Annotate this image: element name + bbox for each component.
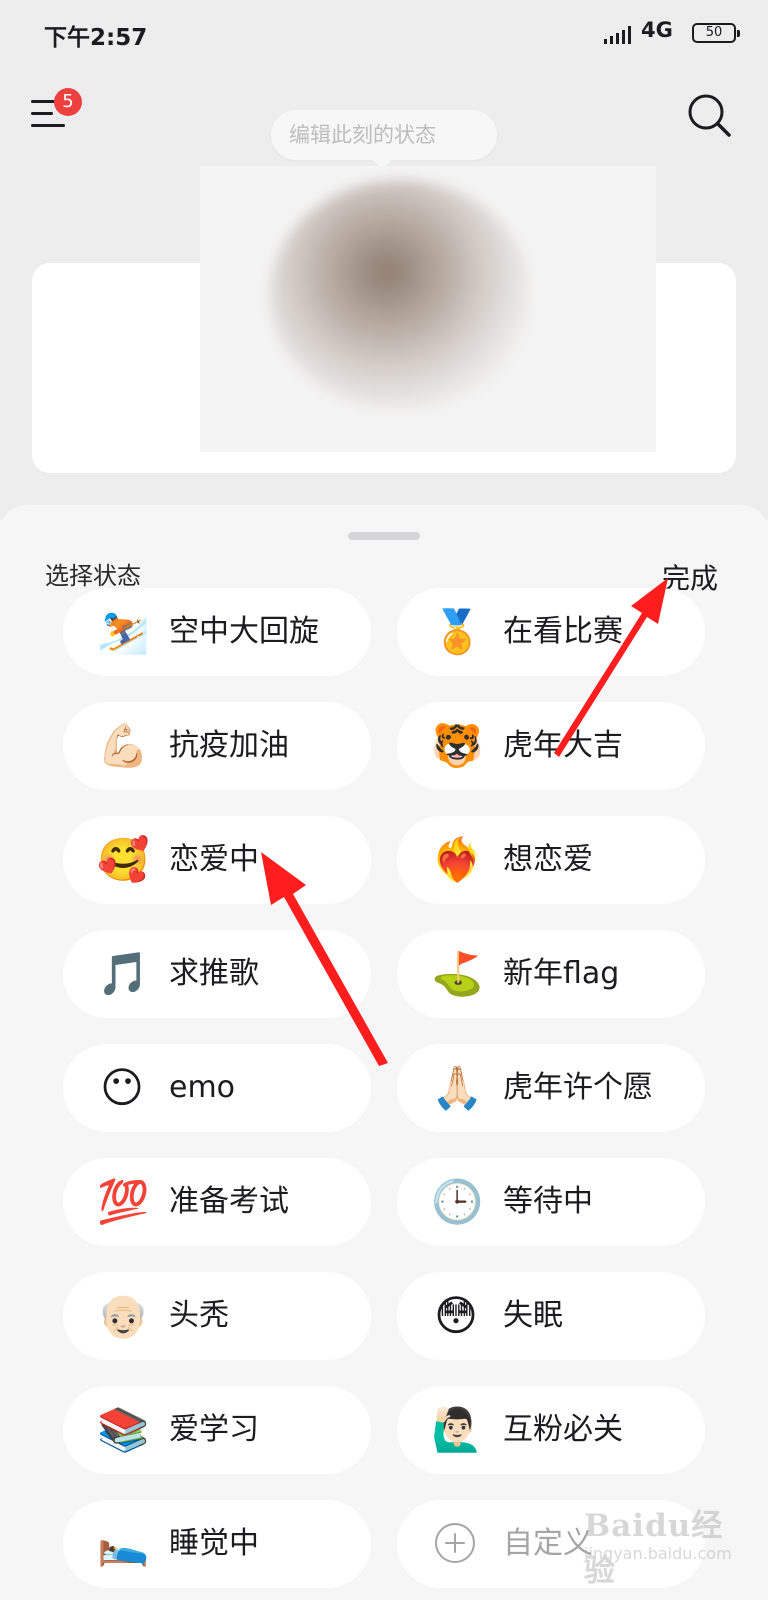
status-option-chip[interactable]: 💪🏻 抗疫加油 bbox=[63, 702, 371, 790]
status-option-chip[interactable]: 📚 爱学习 bbox=[63, 1386, 371, 1474]
notification-badge: 5 bbox=[54, 88, 82, 116]
status-option-chip[interactable]: 🥰 恋爱中 bbox=[63, 816, 371, 904]
status-option-chip[interactable]: 👴🏻 头秃 bbox=[63, 1272, 371, 1360]
status-option-label: 虎年许个愿 bbox=[503, 1070, 653, 1105]
status-option-chip[interactable]: 🙏🏻 虎年许个愿 bbox=[397, 1044, 705, 1132]
status-option-label: 在看比赛 bbox=[503, 614, 623, 649]
clock-icon: 🕒 bbox=[431, 1177, 484, 1226]
status-option-chip[interactable]: 🐯 虎年大吉 bbox=[397, 702, 705, 790]
menu-icon-middle-line bbox=[31, 112, 53, 115]
clock-time: 下午2:57 bbox=[44, 25, 148, 51]
status-option-label: emo bbox=[169, 1070, 236, 1105]
signal-strength-icon bbox=[604, 26, 631, 44]
tiger-face-icon: 🐯 bbox=[431, 721, 484, 770]
battery-level: 50 bbox=[705, 25, 723, 40]
status-option-label: 互粉必关 bbox=[503, 1412, 623, 1447]
status-option-chip[interactable]: 🛌 睡觉中 bbox=[63, 1500, 371, 1588]
face-without-mouth-icon: 😶 bbox=[100, 1063, 144, 1112]
sheet-drag-handle[interactable] bbox=[348, 532, 420, 540]
hundred-points-icon: 💯 bbox=[97, 1177, 150, 1226]
person-in-bed-icon: 🛌 bbox=[97, 1519, 150, 1568]
status-edit-bubble[interactable] bbox=[271, 110, 497, 160]
status-option-label: 抗疫加油 bbox=[169, 728, 289, 763]
status-option-chip[interactable]: ⛷️ 空中大回旋 bbox=[63, 588, 371, 676]
medal-icon: 🏅 bbox=[431, 607, 484, 656]
flushed-face-icon: 😳 bbox=[434, 1291, 478, 1340]
status-bar: 下午2:57 4G 50 bbox=[0, 0, 768, 70]
folded-hands-icon: 🙏🏻 bbox=[431, 1063, 484, 1112]
status-option-label: 失眠 bbox=[503, 1298, 563, 1333]
status-option-chip[interactable]: 😳 失眠 bbox=[397, 1272, 705, 1360]
avatar[interactable] bbox=[270, 180, 530, 410]
flexed-biceps-icon: 💪🏻 bbox=[97, 721, 150, 770]
status-input[interactable] bbox=[271, 110, 497, 160]
books-icon: 📚 bbox=[97, 1405, 150, 1454]
custom-status-label: 自定义 bbox=[503, 1526, 593, 1561]
status-option-label: 爱学习 bbox=[169, 1412, 259, 1447]
status-option-chip[interactable]: 🏅 在看比赛 bbox=[397, 588, 705, 676]
battery-icon: 50 bbox=[692, 23, 740, 43]
status-option-label: 准备考试 bbox=[169, 1184, 289, 1219]
search-icon[interactable] bbox=[686, 92, 734, 140]
status-option-label: 新年flag bbox=[503, 956, 620, 991]
smiling-face-with-hearts-icon: 🥰 bbox=[97, 835, 150, 884]
status-option-label: 空中大回旋 bbox=[169, 614, 319, 649]
status-option-label: 虎年大吉 bbox=[503, 728, 623, 763]
old-man-icon: 👴🏻 bbox=[97, 1291, 150, 1340]
status-option-chip[interactable]: ⛳ 新年flag bbox=[397, 930, 705, 1018]
status-option-label: 等待中 bbox=[503, 1184, 593, 1219]
status-option-chip[interactable]: 🕒 等待中 bbox=[397, 1158, 705, 1246]
status-option-chip[interactable]: ❤️‍🔥 想恋爱 bbox=[397, 816, 705, 904]
watermark-sub: jingyan.baidu.com bbox=[584, 1544, 732, 1563]
network-type: 4G bbox=[641, 18, 673, 42]
flag-in-hole-icon: ⛳ bbox=[431, 949, 484, 998]
plus-circle-icon bbox=[435, 1523, 475, 1563]
status-option-label: 头秃 bbox=[169, 1298, 229, 1333]
man-raising-hand-icon: 🙋🏻‍♂️ bbox=[431, 1405, 484, 1454]
heart-on-fire-icon: ❤️‍🔥 bbox=[431, 835, 484, 884]
status-option-chip[interactable]: 😶 emo bbox=[63, 1044, 371, 1132]
skier-icon: ⛷️ bbox=[97, 607, 150, 656]
status-option-label: 求推歌 bbox=[169, 956, 259, 991]
status-option-label: 恋爱中 bbox=[169, 842, 259, 877]
watermark-logo: Baidu经验 jingyan.baidu.com bbox=[584, 1500, 734, 1589]
status-option-chip[interactable]: 🎵 求推歌 bbox=[63, 930, 371, 1018]
sheet-title: 选择状态 bbox=[45, 562, 141, 590]
status-option-chip[interactable]: 🙋🏻‍♂️ 互粉必关 bbox=[397, 1386, 705, 1474]
status-option-chip[interactable]: 💯 准备考试 bbox=[63, 1158, 371, 1246]
music-note-icon: 🎵 bbox=[97, 949, 150, 998]
status-option-label: 睡觉中 bbox=[169, 1526, 259, 1561]
status-option-label: 想恋爱 bbox=[503, 842, 593, 877]
menu-icon-bottom-line bbox=[31, 124, 65, 127]
